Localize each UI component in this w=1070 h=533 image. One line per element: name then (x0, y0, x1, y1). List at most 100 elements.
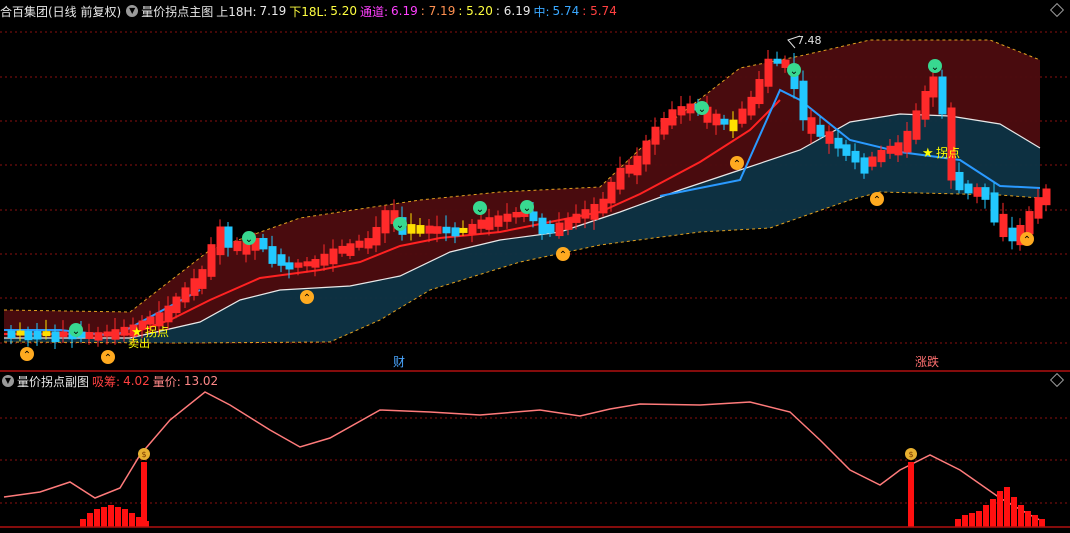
candle-body (485, 217, 494, 230)
svg-text:⌄: ⌄ (72, 326, 80, 337)
limit-tag[interactable]: 涨跌 (915, 354, 939, 369)
candle-body (851, 150, 860, 163)
candle-body (407, 224, 416, 234)
volume-bar (969, 513, 975, 527)
sub-indicator-name[interactable]: 量价拐点副图 (17, 373, 89, 390)
chevron-down-icon[interactable]: ▼ (126, 5, 139, 17)
stock-title[interactable]: 合百集团(日线 前复权) (0, 3, 121, 20)
candle-body (799, 80, 808, 121)
candle-body (277, 254, 286, 266)
candle-body (355, 240, 364, 248)
sell-signal-icon: ⌄ (520, 200, 534, 214)
volume-bar (997, 491, 1003, 527)
candle-body (738, 108, 747, 124)
volume-bar (1039, 519, 1045, 527)
candle-body (642, 140, 651, 165)
candle-body (224, 226, 233, 248)
candle-body (651, 126, 660, 145)
candle-body (338, 245, 347, 254)
candle-body (712, 113, 721, 126)
candle-body (590, 203, 599, 220)
lower-value: 5.20 (330, 4, 357, 18)
candle-body (16, 330, 25, 336)
sell-signal-icon: ⌄ (695, 101, 709, 115)
candle-body (564, 218, 573, 230)
svg-text:$: $ (141, 450, 146, 459)
candle-body (381, 210, 390, 234)
candle-body (346, 243, 355, 256)
candle-body (216, 226, 225, 256)
candle-body (303, 261, 312, 267)
buy-signal-icon: ⌃ (20, 347, 34, 361)
channel-value-1: 6.19 (391, 4, 418, 18)
candle-body (999, 213, 1008, 238)
volume-bar (1025, 511, 1031, 527)
volume-bar (955, 519, 961, 527)
candle-body (747, 96, 756, 116)
candle-body (320, 253, 329, 266)
candle-body (172, 296, 181, 314)
candle-body (42, 331, 51, 337)
volume-bar (108, 505, 114, 527)
top-price-label: 7.48 (797, 34, 822, 47)
candle-body (555, 222, 564, 237)
svg-text:⌄: ⌄ (931, 62, 939, 73)
candle-body (190, 278, 199, 296)
main-indicator-name[interactable]: 量价拐点主图 (141, 3, 213, 20)
candle-body (1034, 197, 1043, 219)
buy-signal-icon: ⌃ (101, 350, 115, 364)
candle-body (538, 217, 547, 235)
candle-body (294, 262, 303, 268)
candle-body (451, 227, 460, 237)
channel-value-2: : 7.19 (420, 4, 456, 18)
candle-body (964, 183, 973, 194)
candle-body (259, 237, 268, 250)
candle-body (677, 106, 686, 116)
svg-text:⌃: ⌃ (1023, 235, 1031, 246)
lower-label: 下18L: (289, 4, 328, 19)
upper-label: 上18H: (216, 4, 257, 19)
money-bag-icon: $ (905, 448, 917, 460)
candle-body (1025, 211, 1034, 235)
volume-bar (122, 509, 128, 527)
candle-body (468, 223, 477, 235)
svg-text:⌄: ⌄ (245, 234, 253, 245)
volume-bar (87, 513, 93, 527)
candle-body (938, 76, 947, 115)
sell-signal-icon: ⌄ (928, 59, 942, 73)
absorb-value: 4.02 (123, 374, 150, 388)
candle-body (868, 156, 877, 167)
candle-body (364, 238, 373, 249)
candle-body (886, 145, 895, 154)
volume-bar (115, 507, 121, 527)
channel-value-4: : 6.19 (495, 4, 531, 18)
candle-body (311, 259, 320, 268)
candle-body (834, 137, 843, 149)
candle-body (416, 225, 425, 234)
svg-text:⌄: ⌄ (476, 204, 484, 215)
candle-body (425, 225, 434, 234)
candle-body (477, 219, 486, 229)
candle-body (120, 326, 129, 336)
volume-bar (94, 509, 100, 527)
candle-body (981, 187, 990, 200)
chevron-down-icon-sub[interactable]: ▼ (2, 375, 14, 387)
candle-body (111, 329, 120, 340)
candle-body (616, 167, 625, 190)
channel-value-3: : 5.20 (458, 4, 493, 18)
candle-body (625, 164, 634, 174)
candle-body (955, 171, 964, 191)
turn-point-label-right: 拐点 (936, 145, 960, 160)
candle-body (755, 79, 764, 105)
volume-bar (80, 519, 86, 527)
sub-header: ▼ 量价拐点副图 吸筹: 4.02 量价: 13.02 (0, 371, 221, 391)
candle-body (572, 213, 581, 223)
candle-body (164, 305, 173, 323)
buy-signal-icon: ⌃ (556, 247, 570, 261)
svg-text:⌃: ⌃ (733, 159, 741, 170)
volume-bar (1011, 497, 1017, 527)
finance-tag[interactable]: 财 (393, 355, 405, 369)
candle-body (668, 109, 677, 126)
candle-body (24, 330, 33, 341)
mid-value: 5.74 (552, 4, 580, 18)
